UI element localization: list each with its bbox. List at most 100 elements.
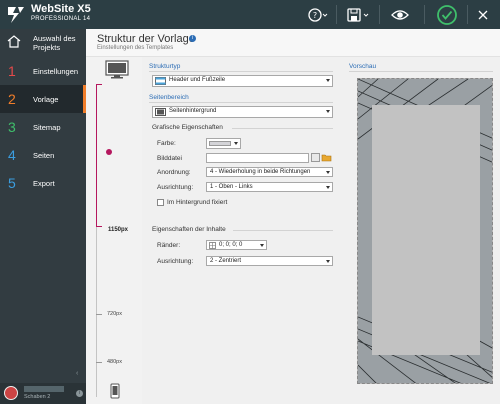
sidebar-item-label: Sitemap (33, 122, 61, 132)
user-name-redacted (24, 386, 64, 392)
sidebar-item-sitemap[interactable]: 3 Sitemap (0, 113, 86, 141)
sidebar-item-number: 1 (8, 63, 16, 79)
preview-button[interactable] (386, 4, 414, 25)
ruler-handle[interactable] (106, 149, 112, 155)
breakpoint-label-1150: 1150px (108, 227, 129, 233)
section-seitenbereich: Seitenbereich (149, 94, 189, 101)
ausrichtung2-label: Ausrichtung: (157, 258, 194, 265)
chevron-down-icon (326, 260, 330, 263)
bilddatei-label: Bilddatei (157, 155, 182, 162)
toolbar-separator (467, 5, 468, 24)
layout-header-footer-icon (155, 77, 166, 85)
chevron-down-icon (326, 171, 330, 174)
sidebar-item-label: Export (33, 178, 55, 188)
collapse-sidebar-icon[interactable]: ‹ (76, 370, 78, 377)
chevron-down-icon (260, 244, 264, 247)
floppy-disk-icon (347, 7, 369, 22)
raender-select[interactable]: 0; 0; 0; 0 (206, 240, 267, 250)
svg-text:?: ? (313, 11, 317, 20)
save-button[interactable] (344, 4, 372, 25)
breakpoint-label-720: 720px (107, 311, 122, 317)
preview-heading: Vorschau (349, 63, 377, 70)
sidebar-item-number: 5 (8, 175, 16, 191)
image-library-icon[interactable] (311, 153, 320, 162)
sidebar-item-number: 3 (8, 119, 16, 135)
divider (233, 230, 333, 231)
app-edition: PROFESSIONAL 14 (31, 16, 91, 22)
ruler-tick (96, 314, 102, 315)
ausrichtung-label: Ausrichtung: (157, 184, 194, 191)
anordnung-label: Anordnung: (157, 169, 191, 176)
chevron-down-icon (326, 79, 330, 82)
sidebar-item-export[interactable]: 5 Export (0, 169, 86, 197)
page-background-icon (155, 108, 166, 116)
strukturtyp-select[interactable]: Header und Fußzeile (152, 75, 333, 87)
websitex5-logo-icon (8, 7, 24, 23)
divider (232, 128, 333, 129)
question-circle-icon: ? (308, 7, 328, 22)
select-value: 4 - Wiederholung in beide Richtungen (210, 169, 311, 175)
raender-label: Ränder: (157, 242, 181, 249)
margins-grid-icon (209, 242, 216, 249)
inhalte-heading: Eigenschaften der Inhalte (152, 226, 226, 233)
bilddatei-input[interactable] (206, 153, 309, 163)
divider (149, 102, 333, 103)
select-value: Seitenhintergrund (169, 108, 217, 114)
sidebar-item-vorlage[interactable]: 2 Vorlage (0, 85, 86, 113)
hintergrund-fixiert-checkbox[interactable] (157, 199, 164, 206)
breakpoint-label-480: 480px (107, 359, 122, 365)
select-value: Header und Fußzeile (169, 77, 226, 83)
info-icon[interactable]: i (189, 35, 196, 42)
sidebar-item-seiten[interactable]: 4 Seiten (0, 141, 86, 169)
eye-icon (391, 9, 409, 20)
page-subtitle: Einstellungen des Templates (97, 45, 174, 51)
sidebar-item-label: Auswahl des Projekts (33, 34, 76, 52)
sidebar-item-label: Seiten (33, 150, 55, 160)
folder-open-icon[interactable] (321, 153, 333, 163)
select-value: 2 - Zentriert (210, 258, 242, 264)
info-icon[interactable]: i (76, 390, 83, 397)
select-value: 1 - Oben - Links (210, 184, 253, 190)
sidebar-item-einstellungen[interactable]: 1 Einstellungen (0, 57, 86, 85)
hintergrund-fixiert-label: Im Hintergrund fixiert (167, 199, 228, 206)
user-bar[interactable]: Schaben 2 i (0, 383, 86, 404)
close-button[interactable] (472, 4, 494, 25)
ruler-tick (96, 84, 102, 85)
farbe-label: Farbe: (157, 140, 176, 147)
color-picker[interactable] (206, 138, 241, 149)
check-circle-icon (437, 4, 457, 25)
sidebar: Auswahl des Projekts 1 Einstellungen 2 V… (0, 29, 86, 404)
toolbar-separator (424, 5, 425, 24)
seitenbereich-select[interactable]: Seitenhintergrund (152, 106, 333, 118)
ruler-track-active (96, 84, 97, 227)
close-icon (478, 10, 488, 19)
publish-button[interactable] (433, 4, 461, 25)
app-title: WebSite X5 (31, 3, 91, 15)
page-title: Struktur der Vorlage (97, 33, 195, 45)
preview-background-image (358, 79, 492, 383)
home-icon (7, 35, 21, 48)
desktop-monitor-icon[interactable] (104, 60, 132, 80)
divider (149, 71, 333, 72)
color-swatch (209, 141, 231, 146)
ausrichtung2-select[interactable]: 2 - Zentriert (206, 256, 333, 266)
toolbar-separator (336, 5, 337, 24)
sidebar-item-label: Vorlage (33, 94, 59, 104)
chevron-down-icon (326, 110, 330, 113)
ausrichtung-select[interactable]: 1 - Oben - Links (206, 182, 333, 192)
chevron-down-icon (234, 142, 238, 145)
anordnung-select[interactable]: 4 - Wiederholung in beide Richtungen (206, 167, 333, 177)
user-label: Schaben 2 (24, 394, 51, 400)
avatar (4, 386, 18, 400)
sidebar-item-number: 2 (8, 91, 16, 107)
divider (349, 71, 493, 72)
grafische-eigenschaften-heading: Grafische Eigenschaften (152, 124, 223, 131)
help-button[interactable]: ? (306, 4, 330, 25)
top-bar: WebSite X5 PROFESSIONAL 14 ? (0, 0, 500, 29)
sidebar-item-label: Einstellungen (33, 66, 79, 76)
smartphone-icon[interactable] (110, 383, 120, 399)
sidebar-item-home[interactable]: Auswahl des Projekts (0, 29, 86, 57)
ruler-tick (96, 362, 102, 363)
toolbar-separator (379, 5, 380, 24)
resolution-ruler: 1150px 720px 480px (86, 57, 142, 404)
